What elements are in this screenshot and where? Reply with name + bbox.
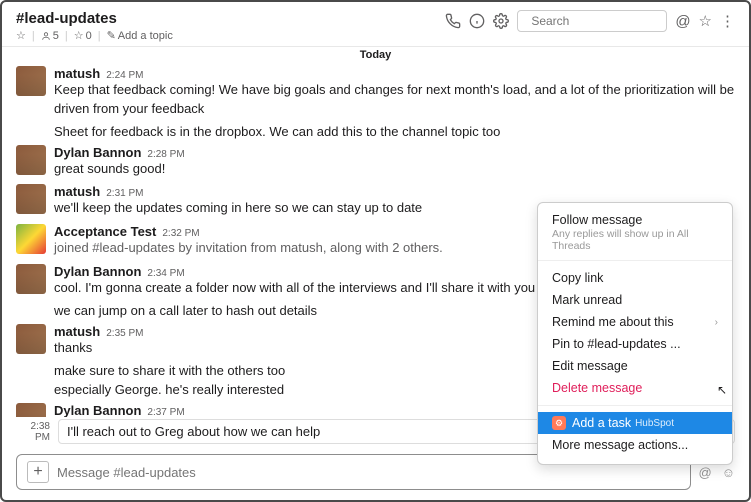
message-author[interactable]: Dylan Bannon — [54, 403, 141, 417]
message-time: 2:32 PM — [162, 228, 199, 239]
avatar[interactable] — [16, 324, 46, 354]
pin-item[interactable]: Pin to #lead-updates ... — [538, 333, 732, 355]
message-text: Keep that feedback coming! We have big g… — [54, 81, 735, 119]
search-input[interactable] — [517, 10, 667, 32]
add-task-item[interactable]: ⚙Add a taskHubSpot — [538, 412, 732, 434]
hubspot-icon: ⚙ — [552, 416, 566, 430]
message-author[interactable]: matush — [54, 184, 100, 199]
message-input[interactable] — [57, 465, 680, 480]
edit-item[interactable]: Edit message — [538, 355, 732, 377]
message-author[interactable]: Dylan Bannon — [54, 145, 141, 160]
pin-count[interactable]: ☆ 0 — [74, 29, 92, 42]
channel-header: #lead-updates ☆ | 5 | ☆ 0 | ✎ Add a topi… — [2, 2, 749, 47]
message-author[interactable]: Acceptance Test — [54, 224, 156, 239]
mentions-icon[interactable]: @ — [675, 13, 690, 30]
message-time: 2:35 PM — [106, 328, 143, 339]
message-row: matush 2:24 PMKeep that feedback coming! … — [16, 63, 735, 122]
settings-icon[interactable] — [493, 13, 509, 29]
message-continuation: Sheet for feedback is in the dropbox. We… — [16, 123, 735, 142]
more-actions-item[interactable]: More message actions... — [538, 434, 732, 456]
emoji-icon[interactable]: ☺ — [722, 465, 735, 480]
message-time: 2:37 PM — [147, 407, 184, 417]
star-icon[interactable]: ☆ — [16, 29, 26, 42]
avatar[interactable] — [16, 184, 46, 214]
copy-link-item[interactable]: Copy link — [538, 267, 732, 289]
avatar[interactable] — [16, 264, 46, 294]
message-author[interactable]: matush — [54, 66, 100, 81]
more-icon[interactable]: ⋮ — [720, 12, 735, 30]
star-channel-icon[interactable]: ☆ — [699, 12, 712, 30]
message-author[interactable]: Dylan Bannon — [54, 264, 141, 279]
inline-time: 2:38 PM — [16, 421, 50, 443]
message-context-menu: Follow message Any replies will show up … — [537, 202, 733, 465]
mention-icon[interactable]: @ — [699, 465, 712, 480]
avatar[interactable] — [16, 145, 46, 175]
message-text: great sounds good! — [54, 160, 735, 179]
delete-item[interactable]: Delete message — [538, 377, 732, 399]
mark-unread-item[interactable]: Mark unread — [538, 289, 732, 311]
chevron-right-icon: › — [715, 317, 718, 328]
attach-button[interactable]: + — [27, 461, 49, 483]
message-time: 2:31 PM — [106, 188, 143, 199]
message-time: 2:28 PM — [147, 149, 184, 160]
search-field[interactable] — [531, 14, 686, 28]
message-author[interactable]: matush — [54, 324, 100, 339]
avatar[interactable] — [16, 66, 46, 96]
channel-name[interactable]: #lead-updates — [16, 10, 445, 27]
member-count[interactable]: 5 — [41, 30, 59, 42]
message-time: 2:24 PM — [106, 70, 143, 81]
message-time: 2:34 PM — [147, 268, 184, 279]
remind-item[interactable]: Remind me about this› — [538, 311, 732, 333]
avatar[interactable] — [16, 403, 46, 417]
message-row: Dylan Bannon 2:28 PMgreat sounds good! — [16, 142, 735, 182]
date-divider: Today — [2, 47, 749, 63]
channel-meta: ☆ | 5 | ☆ 0 | ✎ Add a topic — [16, 29, 445, 42]
info-icon[interactable] — [469, 13, 485, 29]
phone-icon[interactable] — [445, 13, 461, 29]
avatar[interactable] — [16, 224, 46, 254]
follow-message-item[interactable]: Follow message Any replies will show up … — [538, 211, 732, 254]
add-topic-link[interactable]: ✎ Add a topic — [107, 29, 173, 42]
